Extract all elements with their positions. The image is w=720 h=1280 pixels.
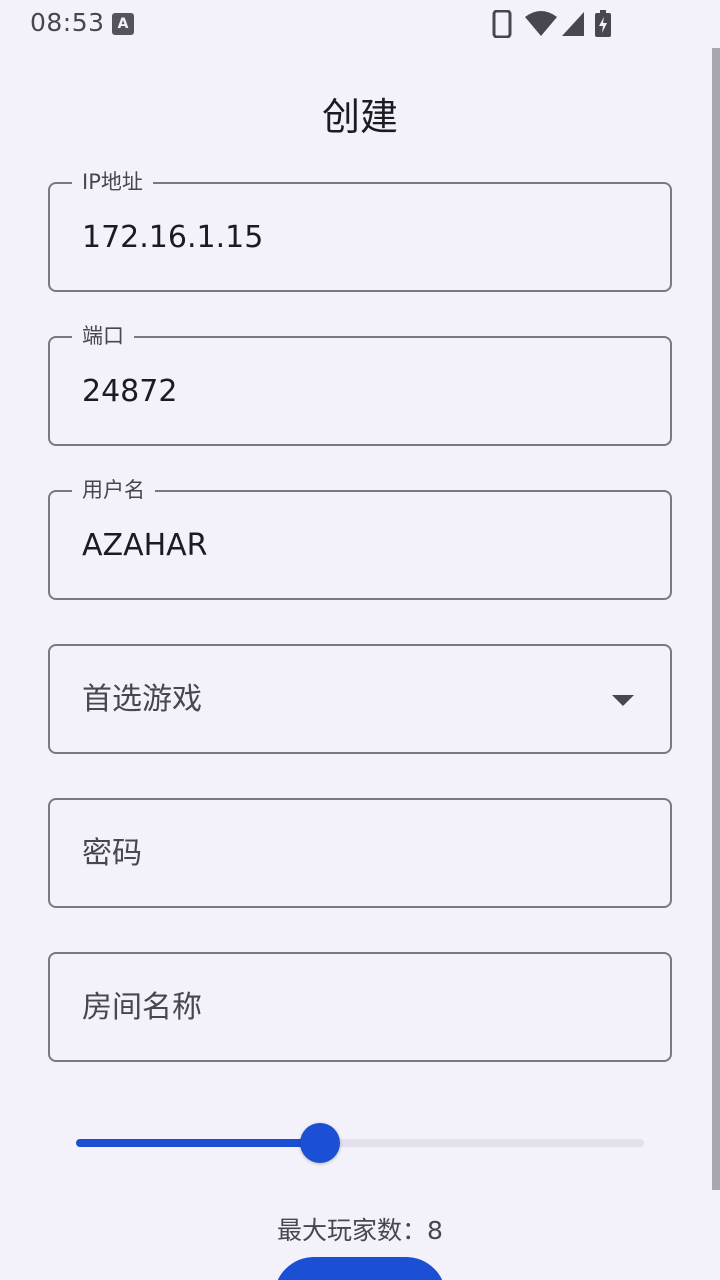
password-field[interactable]: 密码 — [48, 798, 672, 908]
username-field[interactable]: 用户名 AZAHAR — [48, 477, 672, 600]
room-name-field[interactable]: 房间名称 — [48, 952, 672, 1062]
slider-active-track — [76, 1139, 320, 1147]
status-bar: 08:53 A — [0, 0, 720, 48]
app-notification-icon: A — [112, 13, 134, 35]
port-field[interactable]: 端口 24872 — [48, 323, 672, 446]
battery-charging-icon — [594, 10, 612, 42]
preferred-game-placeholder: 首选游戏 — [82, 682, 202, 717]
password-placeholder: 密码 — [82, 836, 142, 871]
create-room-button[interactable] — [274, 1257, 446, 1280]
status-time: 08:53 — [30, 8, 105, 37]
ip-address-label: IP地址 — [72, 169, 153, 195]
max-players-label: 最大玩家数：8 — [277, 1216, 443, 1245]
page-title: 创建 — [321, 95, 398, 139]
signal-icon — [560, 10, 586, 42]
max-players-slider[interactable] — [76, 1120, 644, 1166]
dropdown-arrow-icon — [612, 695, 634, 706]
username-value: AZAHAR — [82, 528, 208, 563]
port-label: 端口 — [72, 323, 134, 349]
scrollbar[interactable] — [712, 48, 720, 1190]
preferred-game-dropdown[interactable]: 首选游戏 — [48, 644, 672, 754]
wifi-icon — [524, 10, 558, 42]
room-name-placeholder: 房间名称 — [82, 990, 202, 1025]
phone-icon — [492, 9, 512, 42]
create-room-screen: 08:53 A 创建 IP地址 172.16.1.15 端口 24872 用户名… — [0, 0, 720, 1280]
username-label: 用户名 — [72, 477, 155, 503]
ip-address-field[interactable]: IP地址 172.16.1.15 — [48, 169, 672, 292]
ip-address-value: 172.16.1.15 — [82, 220, 264, 255]
port-value: 24872 — [82, 374, 178, 409]
slider-thumb[interactable] — [300, 1123, 340, 1163]
